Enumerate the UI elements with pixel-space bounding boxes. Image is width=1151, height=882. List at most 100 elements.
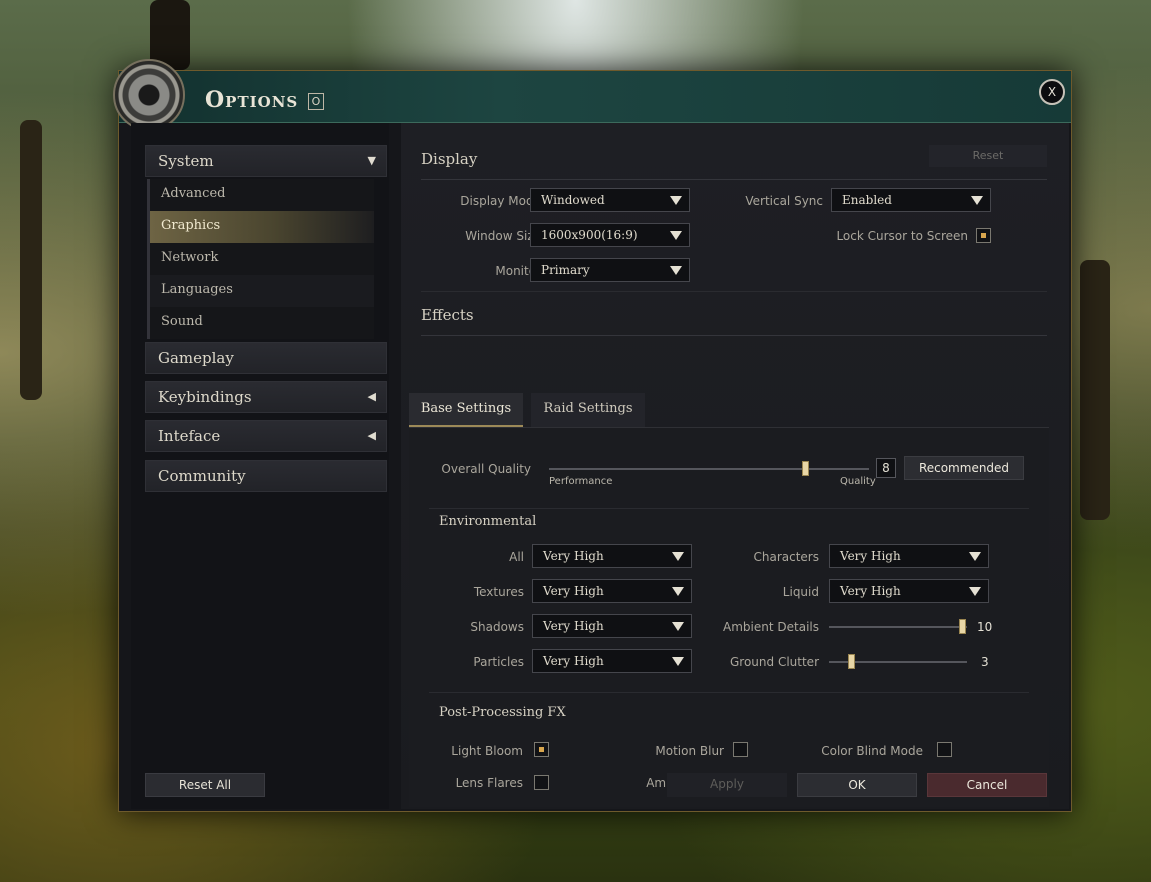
gear-icon [113,59,185,131]
chevron-down-icon [672,587,684,596]
nav-community[interactable]: Community [145,460,387,492]
quality-label: Quality [840,476,876,487]
graphics-panel: Display Reset Display Mode Windowed Wind… [401,123,1069,809]
reset-button[interactable]: Reset [929,145,1047,167]
options-window: Options O X System ▼ Advanced Graphics N… [113,59,1072,812]
chevron-down-icon [672,552,684,561]
nav-sub-sound[interactable]: Sound [150,307,374,339]
vsync-select[interactable]: Enabled [831,188,991,212]
lens-flares-label: Lens Flares [455,776,523,790]
nav-keybindings[interactable]: Keybindings ◀ [145,381,387,413]
window-size-value: 1600x900(16:9) [541,228,638,242]
close-button[interactable]: X [1039,79,1065,105]
nav-sub-advanced[interactable]: Advanced [150,179,374,211]
motion-blur-checkbox[interactable] [733,742,748,757]
nav-sub-graphics[interactable]: Graphics [150,211,374,243]
nav-gameplay[interactable]: Gameplay [145,342,387,374]
divider [421,179,1047,180]
monitor-label: Monitor [495,264,541,278]
chevron-left-icon: ◀ [367,390,376,403]
environmental-title: Environmental [439,514,537,529]
all-label: All [509,550,524,564]
base-settings-panel: Overall Quality Performance Quality 8 Re… [409,427,1049,807]
vsync-label: Vertical Sync [745,194,823,208]
light-bloom-label: Light Bloom [451,744,523,758]
nav-interface[interactable]: Inteface ◀ [145,420,387,452]
display-section-title: Display [421,150,478,168]
window-size-label: Window Size [465,229,541,243]
window-size-select[interactable]: 1600x900(16:9) [530,223,690,247]
nav-sub-languages[interactable]: Languages [150,275,374,307]
color-blind-label: Color Blind Mode [821,744,923,758]
chevron-down-icon [672,657,684,666]
chevron-down-icon [670,231,682,240]
characters-value: Very High [840,549,901,563]
nav-keybindings-label: Keybindings [158,388,252,406]
characters-select[interactable]: Very High [829,544,989,568]
particles-select[interactable]: Very High [532,649,692,673]
light-bloom-checkbox[interactable] [534,742,549,757]
color-blind-checkbox[interactable] [937,742,952,757]
shadows-label: Shadows [470,620,524,634]
all-value: Very High [543,549,604,563]
overall-quality-label: Overall Quality [441,462,531,476]
chevron-down-icon [670,266,682,275]
particles-value: Very High [543,654,604,668]
textures-select[interactable]: Very High [532,579,692,603]
post-processing-title: Post-Processing FX [439,705,566,720]
chevron-left-icon: ◀ [367,429,376,442]
ground-clutter-value: 3 [981,655,989,669]
textures-label: Textures [473,585,524,599]
apply-button[interactable]: Apply [667,773,787,797]
lens-flares-checkbox[interactable] [534,775,549,790]
cancel-button[interactable]: Cancel [927,773,1047,797]
nav-interface-label: Inteface [158,427,221,445]
monitor-select[interactable]: Primary [530,258,690,282]
chevron-down-icon [969,552,981,561]
nav-community-label: Community [158,467,246,485]
particles-label: Particles [473,655,524,669]
window-title: Options [205,87,299,113]
recommended-button[interactable]: Recommended [904,456,1024,480]
ground-clutter-slider-handle[interactable] [848,654,855,669]
divider [421,291,1047,292]
divider [429,692,1029,693]
vsync-value: Enabled [842,193,892,207]
chevron-down-icon [672,622,684,631]
tab-raid-settings[interactable]: Raid Settings [531,393,645,427]
nav-system[interactable]: System ▼ [145,145,387,177]
ambient-details-slider-handle[interactable] [959,619,966,634]
title-bar[interactable]: Options O X [113,59,1071,131]
tab-base-settings[interactable]: Base Settings [409,393,523,427]
overall-quality-track[interactable] [549,468,869,470]
shadows-select[interactable]: Very High [532,614,692,638]
background-tree-trunk [20,120,42,400]
nav-system-label: System [158,152,214,170]
ground-clutter-label: Ground Clutter [730,655,819,669]
lock-cursor-checkbox[interactable] [976,228,991,243]
options-nav: System ▼ Advanced Graphics Network Langu… [131,123,389,809]
all-select[interactable]: Very High [532,544,692,568]
reset-all-button[interactable]: Reset All [145,773,265,797]
chevron-down-icon [670,196,682,205]
lock-cursor-label: Lock Cursor to Screen [836,229,968,243]
display-mode-value: Windowed [541,193,605,207]
monitor-value: Primary [541,263,590,277]
ok-button[interactable]: OK [797,773,917,797]
divider [429,508,1029,509]
display-mode-select[interactable]: Windowed [530,188,690,212]
motion-blur-label: Motion Blur [655,744,724,758]
overall-quality-value: 8 [876,458,896,478]
chevron-down-icon [971,196,983,205]
performance-label: Performance [549,476,613,487]
nav-gameplay-label: Gameplay [158,349,234,367]
characters-label: Characters [753,550,820,564]
background-tree-trunk [1080,260,1110,520]
hotkey-badge: O [308,93,324,110]
ambient-details-track[interactable] [829,626,967,628]
liquid-select[interactable]: Very High [829,579,989,603]
overall-quality-slider-handle[interactable] [802,461,809,476]
ambient-details-label: Ambient Details [723,620,819,634]
nav-sub-network[interactable]: Network [150,243,374,275]
textures-value: Very High [543,584,604,598]
